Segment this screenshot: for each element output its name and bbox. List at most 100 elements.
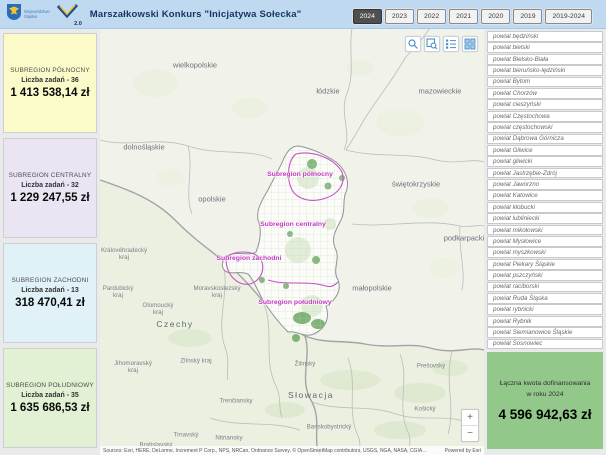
year-tab-2019[interactable]: 2019: [513, 9, 542, 24]
default-extent-icon: [426, 38, 438, 50]
powiat-item[interactable]: powiat Jaworzno: [487, 179, 603, 190]
region-map-label: mazowieckie: [419, 88, 462, 97]
region-map-label: Czechy: [156, 320, 193, 330]
subregion-panel: SUBREGION CENTRALNY Liczba zadań - 32 1 22…: [3, 138, 97, 238]
region-map-label: Olomoucký kraj: [143, 302, 174, 316]
subregion-map-label: Subregion północny: [267, 171, 333, 179]
year-tab-2023[interactable]: 2023: [385, 9, 414, 24]
year-tab-2021[interactable]: 2021: [449, 9, 478, 24]
subregion-tasks: Liczba zadań - 35: [21, 392, 79, 399]
header: Województwo Śląskie 2.0 Marszałkowski Ko…: [0, 0, 606, 29]
year-tab-2022[interactable]: 2022: [417, 9, 446, 24]
powiat-item[interactable]: powiat pszczyński: [487, 270, 603, 281]
zoom-in-button[interactable]: +: [462, 410, 478, 425]
powiat-item[interactable]: powiat będziński: [487, 31, 603, 42]
region-map-label: Nitriansky: [215, 434, 242, 441]
subregion-tasks: Liczba zadań - 36: [21, 77, 79, 84]
legend-button[interactable]: [443, 36, 459, 52]
powiat-item[interactable]: powiat rybnicki: [487, 304, 603, 315]
region-map-label: Pardubický kraj: [103, 285, 134, 299]
powiat-item[interactable]: powiat Jastrzębie-Zdrój: [487, 168, 603, 179]
zoom-control: + −: [461, 409, 479, 442]
year-tab-2020[interactable]: 2020: [481, 9, 510, 24]
legend-icon: [445, 38, 457, 50]
powiat-item[interactable]: powiat Bielsko-Biała: [487, 54, 603, 65]
powiat-item[interactable]: powiat Gliwice: [487, 145, 603, 156]
powiat-item[interactable]: powiat kłobucki: [487, 202, 603, 213]
powiat-list: powiat będzińskipowiat bielskipowiat Bie…: [487, 31, 603, 350]
logo-2-0-label: 2.0: [74, 21, 82, 27]
powiat-item[interactable]: powiat myszkowski: [487, 247, 603, 258]
subregion-amount: 1 635 686,53 zł: [10, 402, 89, 414]
powiat-item[interactable]: powiat Piekary Śląskie: [487, 259, 603, 270]
total-label-line2: w roku 2024: [526, 390, 563, 400]
region-map-label: wielkopolskie: [173, 62, 217, 71]
powiat-item[interactable]: powiat Siemianowice Śląskie: [487, 327, 603, 338]
year-tab-2019-2024[interactable]: 2019-2024: [545, 9, 592, 24]
subregion-map-label: Subregion południowy: [258, 299, 331, 307]
search-button[interactable]: [405, 36, 421, 52]
powiat-item[interactable]: powiat Częstochowa: [487, 111, 603, 122]
subregion-amount: 1 229 247,55 zł: [10, 192, 89, 204]
subregion-name: SUBREGION POŁUDNIOWY: [6, 382, 94, 389]
powiat-item[interactable]: powiat Mysłowice: [487, 236, 603, 247]
left-sidebar: SUBREGION PÓŁNOCNY Liczba zadań - 36 1 413…: [0, 28, 100, 455]
basemap-icon: [464, 38, 476, 50]
coat-of-arms-logo: [7, 4, 21, 25]
powiat-item[interactable]: powiat Katowice: [487, 190, 603, 201]
basemap-button[interactable]: [462, 36, 478, 52]
zoom-out-button[interactable]: −: [462, 425, 478, 441]
subregion-panels: SUBREGION PÓŁNOCNY Liczba zadań - 36 1 413…: [0, 33, 100, 448]
region-map-label: dolnośląskie: [123, 144, 164, 153]
region-map-label: opolskie: [198, 196, 226, 205]
subregion-amount: 1 413 538,14 zł: [10, 87, 89, 99]
powiat-item[interactable]: powiat Ruda Śląska: [487, 293, 603, 304]
region-map-label: Moravskoslezský kraj: [193, 285, 240, 299]
right-sidebar: powiat będzińskipowiat bielskipowiat Bie…: [484, 28, 606, 455]
region-map-label: Košický: [414, 405, 435, 412]
subregion-panel: SUBREGION ZACHODNILiczba zadań - 13318 4…: [3, 243, 97, 343]
year-tabs: 2024202320222021202020192019-2024: [350, 9, 592, 24]
powiat-item[interactable]: powiat Rybnik: [487, 316, 603, 327]
dashboard: Województwo Śląskie 2.0 Marszałkowski Ko…: [0, 0, 606, 455]
powiat-item[interactable]: powiat Bytom: [487, 77, 603, 88]
region-map-label: Trnavský: [174, 431, 199, 438]
region-map-label: łódzkie: [316, 88, 339, 97]
subregion-panel: SUBREGION PÓŁNOCNY Liczba zadań - 36 1 413…: [3, 33, 97, 133]
region-map-label: Jihomoravský kraj: [114, 360, 152, 374]
powiat-item[interactable]: powiat bieruńsko-lędziński: [487, 65, 603, 76]
subregion-name: SUBREGION CENTRALNY: [9, 172, 92, 179]
subregion-name: SUBREGION PÓŁNOCNY: [10, 67, 90, 74]
powiat-item[interactable]: powiat Sosnowiec: [487, 339, 603, 350]
powiat-item[interactable]: powiat Dąbrowa Górnicza: [487, 134, 603, 145]
powiat-item[interactable]: powiat lubliniecki: [487, 213, 603, 224]
subregion-map-label: Subregion centralny: [260, 221, 326, 229]
search-icon: [407, 38, 419, 50]
powiat-item[interactable]: powiat bielski: [487, 42, 603, 53]
powiat-item[interactable]: powiat raciborski: [487, 282, 603, 293]
map-toolbar: [402, 36, 478, 52]
powiat-item[interactable]: powiat Chorzów: [487, 88, 603, 99]
default-extent-button[interactable]: [424, 36, 440, 52]
map-area[interactable]: wielkopolskie łódzkie mazowieckie dolnośląs…: [100, 28, 484, 455]
region-map-label: Žilinský: [295, 360, 316, 367]
subregion-tasks: Liczba zadań - 32: [21, 182, 79, 189]
subregion-panel: SUBREGION POŁUDNIOWY Liczba zadań - 35 1 6…: [3, 348, 97, 448]
powiat-item[interactable]: powiat gliwicki: [487, 156, 603, 167]
powiat-item[interactable]: powiat cieszyński: [487, 99, 603, 110]
region-map-label: Słowacja: [288, 391, 334, 401]
region-map-label: Královéhradecký kraj: [101, 247, 147, 261]
total-label-line1: Łączna kwota dofinansowania: [500, 379, 591, 389]
region-map-label: Prešovský: [417, 362, 446, 369]
powiat-item[interactable]: powiat mikołowski: [487, 225, 603, 236]
powered-by-esri: Powered by Esri: [445, 448, 481, 454]
logo-text-line2: Śląskie: [24, 14, 50, 19]
year-tab-2024[interactable]: 2024: [353, 9, 382, 24]
subregion-name: SUBREGION ZACHODNI: [11, 277, 88, 284]
total-panel: Łączna kwota dofinansowania w roku 2024 …: [487, 352, 603, 449]
map-attribution: Sources: Esri, HERE, DeLorme, Increment …: [100, 446, 484, 455]
region-map-label: podkarpackie: [444, 235, 484, 244]
map-labels: wielkopolskie łódzkie mazowieckie dolnośląs…: [100, 28, 484, 455]
powiat-item[interactable]: powiat częstochowski: [487, 122, 603, 133]
region-map-label: małopolskie: [352, 285, 392, 294]
